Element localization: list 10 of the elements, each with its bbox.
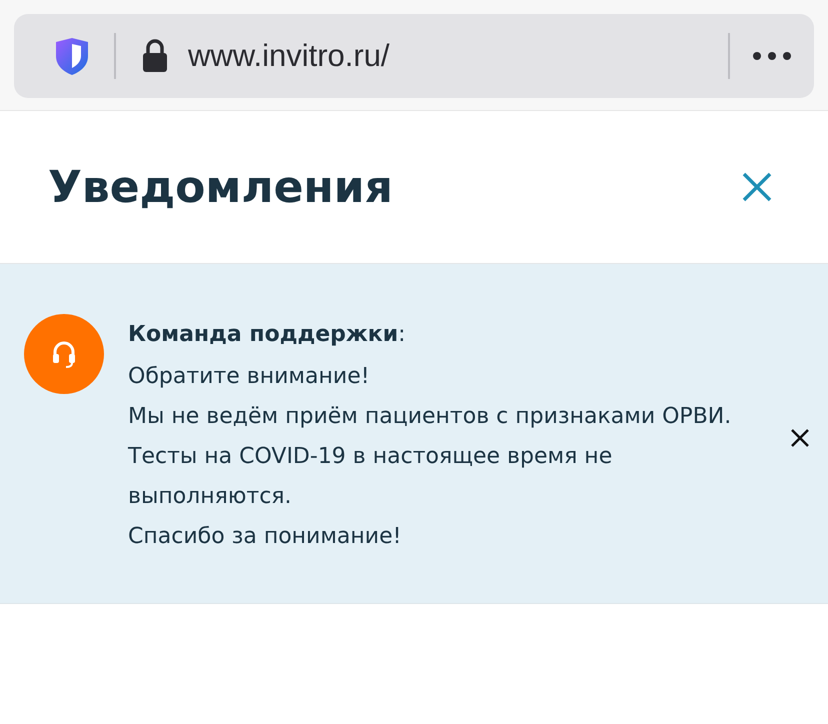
headset-avatar-icon xyxy=(24,314,104,394)
more-icon[interactable] xyxy=(752,51,792,61)
address-bar[interactable]: www.invitro.ru/ xyxy=(14,14,814,98)
page-title: Уведомления xyxy=(48,162,393,212)
shield-icon[interactable] xyxy=(54,36,90,76)
lock-icon xyxy=(142,39,168,73)
url-text: www.invitro.ru/ xyxy=(188,38,390,74)
notification-message: Обратите внимание! Мы не ведём приём пациентов с признаками ОРВИ. Тесты на COVID-19 в настоящее время не выполняются. Спасибо за понимание! xyxy=(128,363,732,551)
sender-name: Команда поддержки: xyxy=(128,322,407,347)
close-icon[interactable] xyxy=(742,172,772,202)
